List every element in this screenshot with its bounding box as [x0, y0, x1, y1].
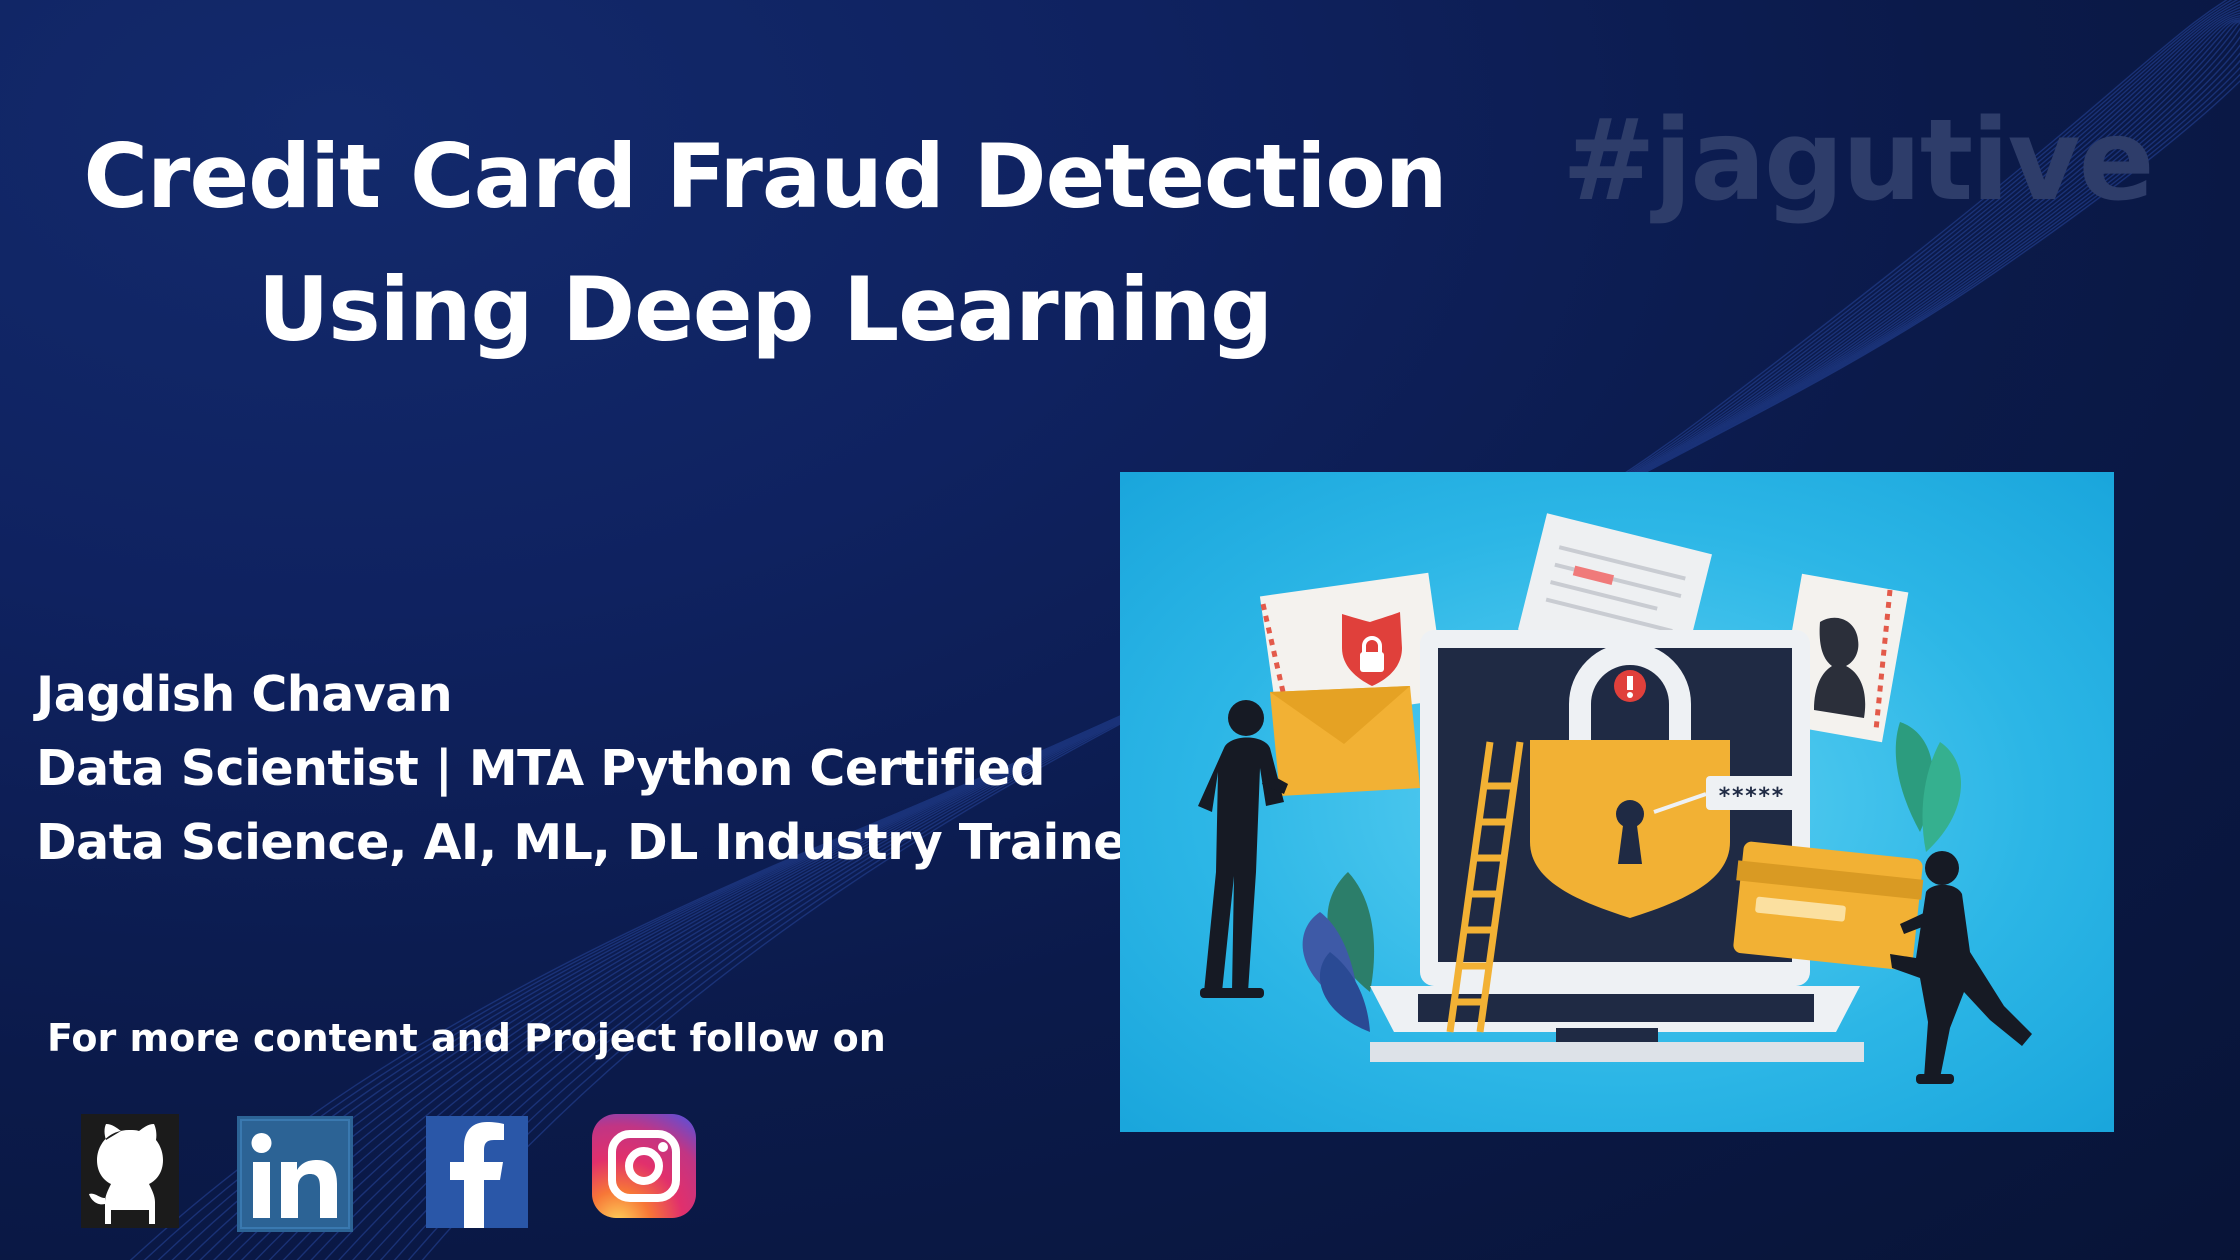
- instagram-icon[interactable]: [592, 1114, 696, 1218]
- title-line-1: Credit Card Fraud Detection: [83, 125, 1447, 228]
- author-name: Jagdish Chavan: [36, 666, 453, 723]
- author-role: Data Scientist | MTA Python Certified: [36, 740, 1045, 797]
- author-tagline: Data Science, AI, ML, DL Industry Traine…: [36, 814, 1150, 871]
- author-info: Jagdish Chavan Data Scientist | MTA Pyth…: [36, 658, 1150, 880]
- facebook-icon[interactable]: [426, 1116, 528, 1228]
- linkedin-icon[interactable]: [237, 1116, 353, 1232]
- title-line-2: Using Deep Learning: [257, 258, 1273, 361]
- slide: Credit Card Fraud Detection Using Deep L…: [0, 0, 2240, 1260]
- page-title: Credit Card Fraud Detection Using Deep L…: [0, 110, 1530, 376]
- hashtag-watermark: #jagutive: [1562, 96, 2155, 226]
- follow-text: For more content and Project follow on: [47, 1016, 886, 1060]
- github-icon[interactable]: [81, 1114, 179, 1228]
- credit-card: [1733, 841, 1924, 971]
- envelope: [1270, 686, 1420, 796]
- password-mask: *****: [1718, 784, 1784, 809]
- fraud-illustration: *****: [1120, 472, 2114, 1132]
